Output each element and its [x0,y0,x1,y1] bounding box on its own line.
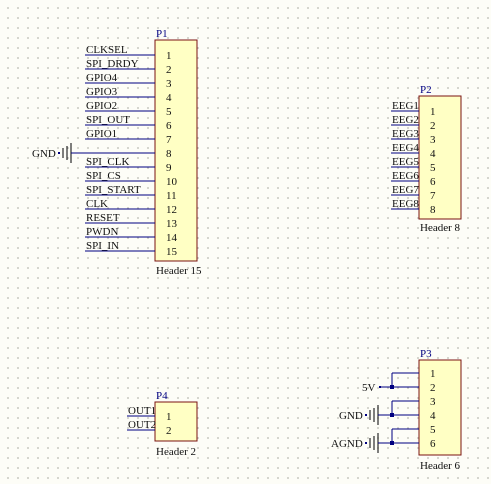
p3-agnd-junction [390,441,394,445]
p3-pin-number: 5 [430,424,436,436]
p4-comment: Header 2 [156,446,196,458]
p1-net-label: SPI_OUT [86,114,130,126]
p2-net-label: EEG1 [392,100,419,112]
p1-pin-number: 10 [166,176,178,188]
p1-pin-number: 5 [166,106,172,118]
p2-net-label: EEG8 [392,198,419,210]
p1-net-label: GPIO1 [86,128,117,140]
p1-pin-number: 3 [166,78,172,90]
p4-body[interactable] [154,401,198,442]
p2-pin-rows: 1 EEG1 2 EEG2 3 EEG3 4 EEG4 5 EEG5 6 EEG6 7 EEG7 8 EEG8 [391,100,436,216]
p3-comment: Header 6 [420,460,461,472]
p1-net-label: CLK [86,198,108,210]
schematic-canvas[interactable]: P1 Header 15 1 CLKSEL 2 SPI_DRDY 3 GPIO4 4 GPIO… [0,0,491,484]
p3-agnd-net[interactable]: AGND [331,428,419,453]
p3-body[interactable] [418,359,462,456]
p3-pin-number: 3 [430,396,436,408]
p1-pin-number: 6 [166,120,172,132]
p1-net-label: SPI_DRDY [86,58,139,70]
p1-net-label: SPI_IN [86,240,119,252]
p1-pin-number: 9 [166,162,172,174]
p3-agnd-label: AGND [331,438,363,450]
p3-pin-number: 4 [430,410,436,422]
p2-net-label: EEG4 [392,142,419,154]
p2-pin-number: 2 [430,120,436,132]
p3-gnd-net[interactable]: GND [339,400,419,425]
p3-gnd-junction [390,413,394,417]
p3-pin-number: 6 [430,438,436,450]
p3-gnd-label: GND [339,410,363,422]
p1-designator: P1 [156,28,168,40]
p2-comment: Header 8 [420,222,461,234]
p2-pin-number: 4 [430,148,436,160]
p1-net-label: CLKSEL [86,44,128,56]
p2-pin-number: 1 [430,106,436,118]
p3-5v-label: 5V [362,382,376,394]
component-p4[interactable]: P4 Header 2 1 OUT1 2 OUT2 [127,390,198,458]
p4-designator: P4 [156,390,168,402]
p1-pin-number: 11 [166,190,177,202]
p1-gnd-label: GND [32,148,56,160]
p1-gnd-dot [58,152,60,154]
p1-pin-number: 14 [166,232,178,244]
p2-body[interactable] [418,95,462,220]
p2-net-label: EEG7 [392,184,419,196]
p2-pin-number: 8 [430,204,436,216]
p1-net-label: RESET [86,212,120,224]
p1-pin-number: 2 [166,64,172,76]
p1-pin-number: 15 [166,246,178,258]
p2-net-label: EEG6 [392,170,419,182]
p1-net-label: SPI_START [86,184,141,196]
p4-pin-number: 2 [166,425,172,437]
p4-pin-number: 1 [166,411,172,423]
p1-net-label: GPIO3 [86,86,118,98]
p1-net-label: SPI_CS [86,170,121,182]
p2-net-label: EEG5 [392,156,419,168]
p1-pin-number: 13 [166,218,178,230]
p2-pin-number: 6 [430,176,436,188]
p1-pin-number: 4 [166,92,172,104]
component-p3[interactable]: P3 Header 6 1 2 3 4 5 6 [418,348,462,472]
p3-agnd-dot [365,442,367,444]
p3-pin-number: 1 [430,368,436,380]
schematic-sheet: P1 Header 15 1 CLKSEL 2 SPI_DRDY 3 GPIO4 4 GPIO… [32,28,462,472]
p1-net-label: GPIO2 [86,100,117,112]
p3-5v-net[interactable]: 5V [362,372,419,394]
p2-pin-number: 3 [430,134,436,146]
p3-pin-number: 2 [430,382,436,394]
p4-net-label: OUT2 [128,419,156,431]
p2-net-label: EEG3 [392,128,419,140]
p3-gnd-dot [365,414,367,416]
component-p2[interactable]: P2 Header 8 1 EEG1 2 EEG2 3 EEG3 4 EEG4 5 EEG5 6 EE… [391,84,462,234]
p1-pin-number: 7 [166,134,172,146]
p2-designator: P2 [420,84,432,96]
p1-net-label: SPI_CLK [86,156,129,168]
p1-pin-number: 12 [166,204,177,216]
p1-net-label: PWDN [86,226,118,238]
p2-pin-number: 5 [430,162,436,174]
p3-designator: P3 [420,348,432,360]
p1-pin-number: 1 [166,50,172,62]
p3-5v-junction [390,385,394,389]
p1-net-label: GPIO4 [86,72,118,84]
p4-net-label: OUT1 [128,405,156,417]
p2-pin-number: 7 [430,190,436,202]
p2-net-label: EEG2 [392,114,419,126]
p1-comment: Header 15 [156,265,202,277]
p1-pin-number: 8 [166,148,172,160]
p3-5v-dot [379,386,381,388]
